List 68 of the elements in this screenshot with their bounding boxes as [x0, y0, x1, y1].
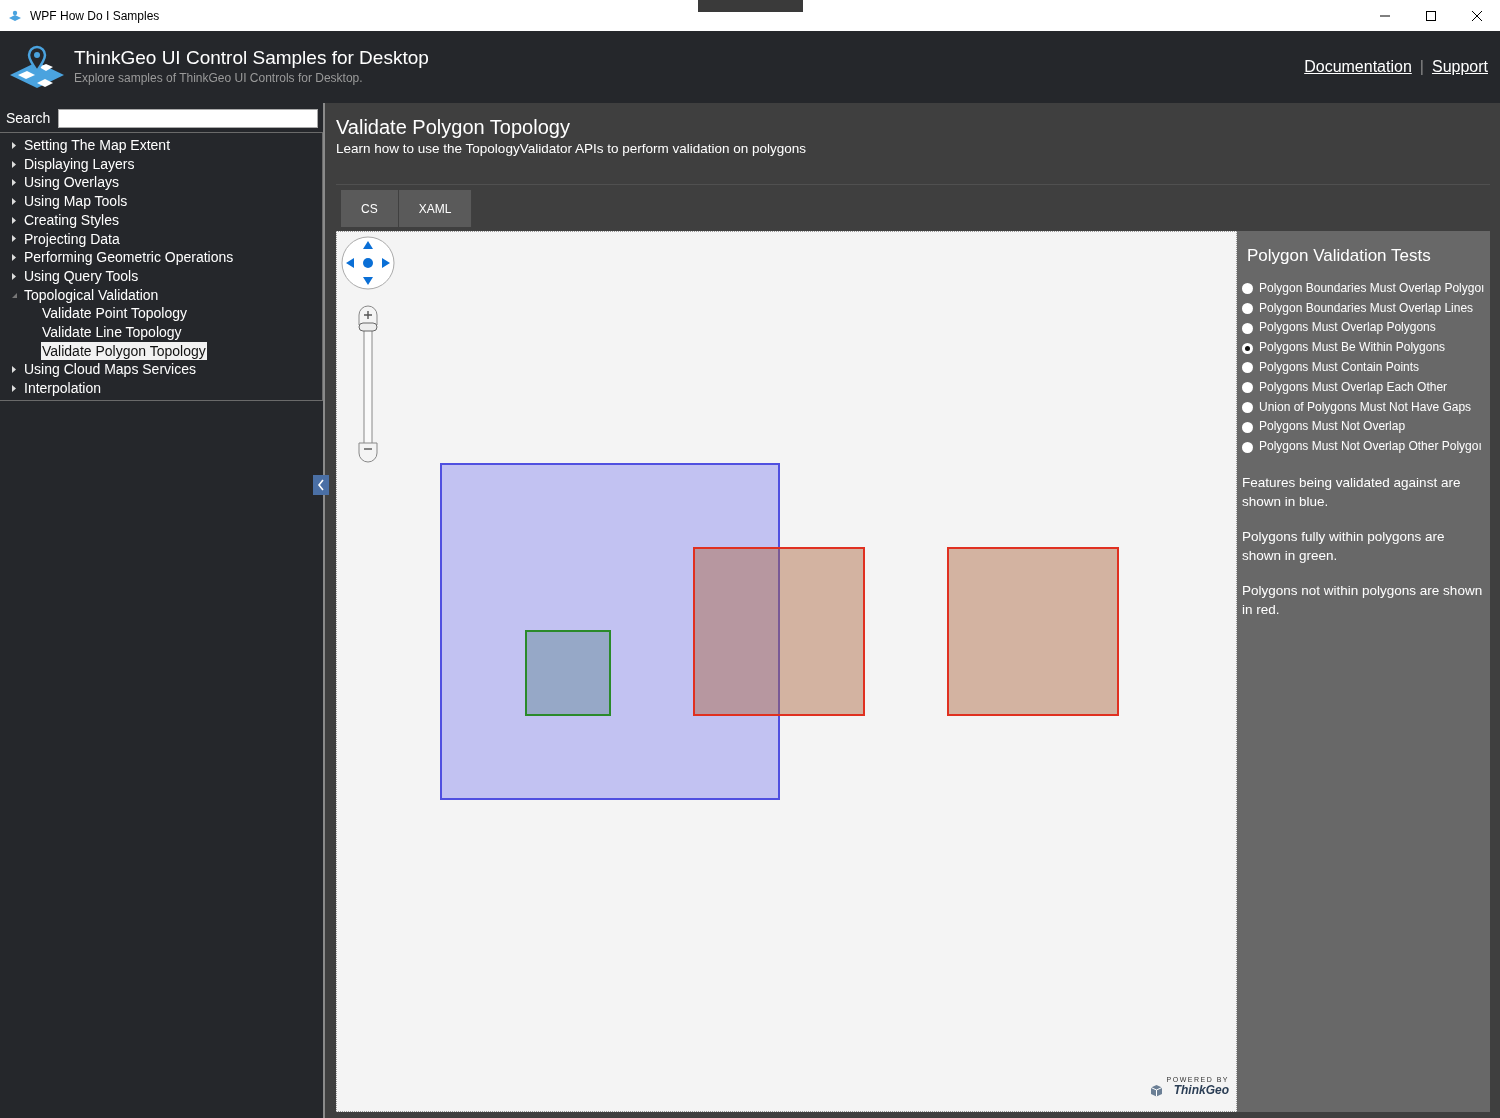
- legend-note: Polygons fully within polygons are shown in green.: [1242, 527, 1446, 565]
- radio-label: Polygons Must Be Within Polygons: [1259, 339, 1446, 357]
- expand-arrow-icon[interactable]: [10, 365, 19, 375]
- search-field[interactable]: [58, 109, 318, 128]
- radio-button[interactable]: [1242, 342, 1253, 354]
- tree-item[interactable]: Projecting Data: [23, 229, 121, 249]
- radio-button[interactable]: [1242, 283, 1253, 295]
- search-label: Search: [6, 109, 52, 128]
- tree-item[interactable]: Using Overlays: [23, 173, 120, 193]
- radio-label: Polygons Must Not Overlap Other Polygoı: [1259, 438, 1482, 456]
- expand-arrow-icon[interactable]: [10, 140, 19, 150]
- radio-button[interactable]: [1242, 401, 1253, 413]
- radio-button[interactable]: [1242, 362, 1253, 374]
- tree-item[interactable]: Interpolation: [23, 379, 103, 398]
- app-icon: [8, 9, 22, 22]
- cube-logo-icon: [1149, 1084, 1163, 1097]
- expand-arrow-icon[interactable]: [10, 384, 19, 393]
- tree-item[interactable]: Using Query Tools: [23, 266, 140, 286]
- expand-arrow-icon[interactable]: [10, 271, 19, 281]
- link-separator: |: [1419, 57, 1424, 77]
- radio-button[interactable]: [1242, 382, 1253, 394]
- tree-item[interactable]: Validate Polygon Topology: [41, 341, 207, 361]
- tree-item[interactable]: Displaying Layers: [23, 154, 136, 174]
- tree-item[interactable]: Validate Line Topology: [41, 323, 183, 342]
- window-title: WPF How Do I Samples: [30, 7, 160, 25]
- panel-title: Polygon Validation Tests: [1247, 245, 1432, 268]
- tree-item[interactable]: Topological Validation: [23, 285, 160, 305]
- sample-title: Validate Polygon Topology: [336, 115, 571, 139]
- radio-label: Polygons Must Overlap Each Other: [1259, 378, 1448, 396]
- pan-control[interactable]: [340, 235, 396, 292]
- legend-note: Features being validated against are shown in blue.: [1242, 473, 1462, 511]
- expand-arrow-icon[interactable]: [10, 178, 19, 188]
- expand-arrow-icon[interactable]: [10, 234, 19, 244]
- radio-label: Polygon Boundaries Must Overlap Polygoı: [1259, 279, 1485, 297]
- close-icon: [1472, 10, 1482, 21]
- header-link[interactable]: Documentation: [1304, 55, 1412, 79]
- code-tab[interactable]: CS: [341, 190, 399, 228]
- collapse-icon[interactable]: [313, 475, 329, 495]
- radio-label: Union of Polygons Must Not Have Gaps: [1259, 398, 1472, 416]
- radio-label: Polygons Must Overlap Polygons: [1259, 319, 1436, 337]
- tree-item[interactable]: Using Map Tools: [23, 192, 129, 211]
- legend-note: Polygons not within polygons are shown in red.: [1242, 581, 1484, 619]
- map-pin-logo: [8, 45, 66, 89]
- radio-label: Polygons Must Contain Points: [1259, 358, 1420, 376]
- radio-label: Polygons Must Not Overlap: [1259, 418, 1406, 436]
- snap-handle[interactable]: [698, 0, 803, 12]
- expand-arrow-icon[interactable]: [10, 159, 19, 169]
- radio-button[interactable]: [1242, 441, 1253, 453]
- expand-arrow-icon[interactable]: [10, 253, 19, 263]
- app-subtitle: Explore samples of ThinkGeo UI Controls for Desktop.: [74, 70, 364, 87]
- sample-description: Learn how to use the TopologyValidator APIs to perform validation on polygons: [336, 140, 808, 158]
- zoom-slider[interactable]: [357, 303, 379, 464]
- expand-arrow-icon[interactable]: [10, 215, 19, 225]
- tree-item[interactable]: Validate Point Topology: [41, 304, 189, 324]
- tree-item[interactable]: Creating Styles: [23, 210, 120, 230]
- app-title: ThinkGeo UI Control Samples for Desktop: [74, 47, 429, 69]
- radio-label: Polygon Boundaries Must Overlap Lines: [1259, 299, 1474, 317]
- code-tab[interactable]: XAML: [398, 190, 473, 228]
- header-link[interactable]: Support: [1431, 55, 1488, 79]
- brand-logo-text: ThinkGeo: [1172, 1084, 1229, 1097]
- tree-item[interactable]: Performing Geometric Operations: [23, 248, 235, 267]
- radio-button[interactable]: [1242, 322, 1253, 334]
- tree-item[interactable]: Setting The Map Extent: [23, 136, 172, 155]
- expand-arrow-icon[interactable]: [10, 196, 19, 206]
- maximize-icon: [1426, 10, 1436, 21]
- radio-button[interactable]: [1242, 302, 1253, 314]
- tree-item[interactable]: Using Cloud Maps Services: [23, 360, 197, 380]
- radio-button[interactable]: [1242, 421, 1253, 433]
